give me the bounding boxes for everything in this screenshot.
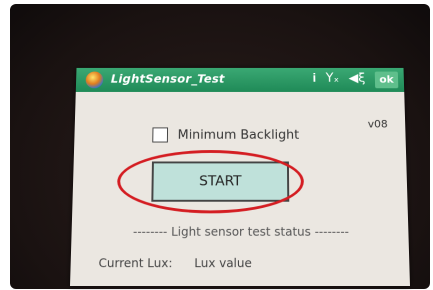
signal-icon[interactable]: 𝐢: [313, 72, 317, 86]
current-lux-row: Current Lux: Lux value: [98, 256, 251, 270]
highlight-annotation: [116, 150, 305, 214]
status-icons: 𝐢 Yₓ ◀ξ: [313, 72, 366, 86]
current-lux-label: Current Lux:: [98, 256, 173, 271]
minimum-backlight-checkbox[interactable]: [152, 127, 169, 143]
speaker-icon[interactable]: ◀ξ: [349, 72, 366, 86]
minimum-backlight-option[interactable]: Minimum Backlight: [152, 127, 300, 143]
device-screen: LightSensor_Test 𝐢 Yₓ ◀ξ ok v08 Minimum …: [70, 67, 410, 286]
ok-button[interactable]: ok: [374, 71, 399, 89]
minimum-backlight-label: Minimum Backlight: [177, 127, 300, 143]
app-title: LightSensor_Test: [110, 72, 225, 86]
title-bar: LightSensor_Test 𝐢 Yₓ ◀ξ ok: [75, 67, 405, 92]
photo-frame: LightSensor_Test 𝐢 Yₓ ◀ξ ok v08 Minimum …: [0, 0, 433, 290]
network-off-icon[interactable]: Yₓ: [326, 72, 339, 86]
status-section-header: -------- Light sensor test status ------…: [132, 224, 350, 239]
version-label: v08: [367, 118, 388, 131]
current-lux-value: Lux value: [194, 256, 252, 271]
windows-start-icon[interactable]: [85, 71, 104, 89]
